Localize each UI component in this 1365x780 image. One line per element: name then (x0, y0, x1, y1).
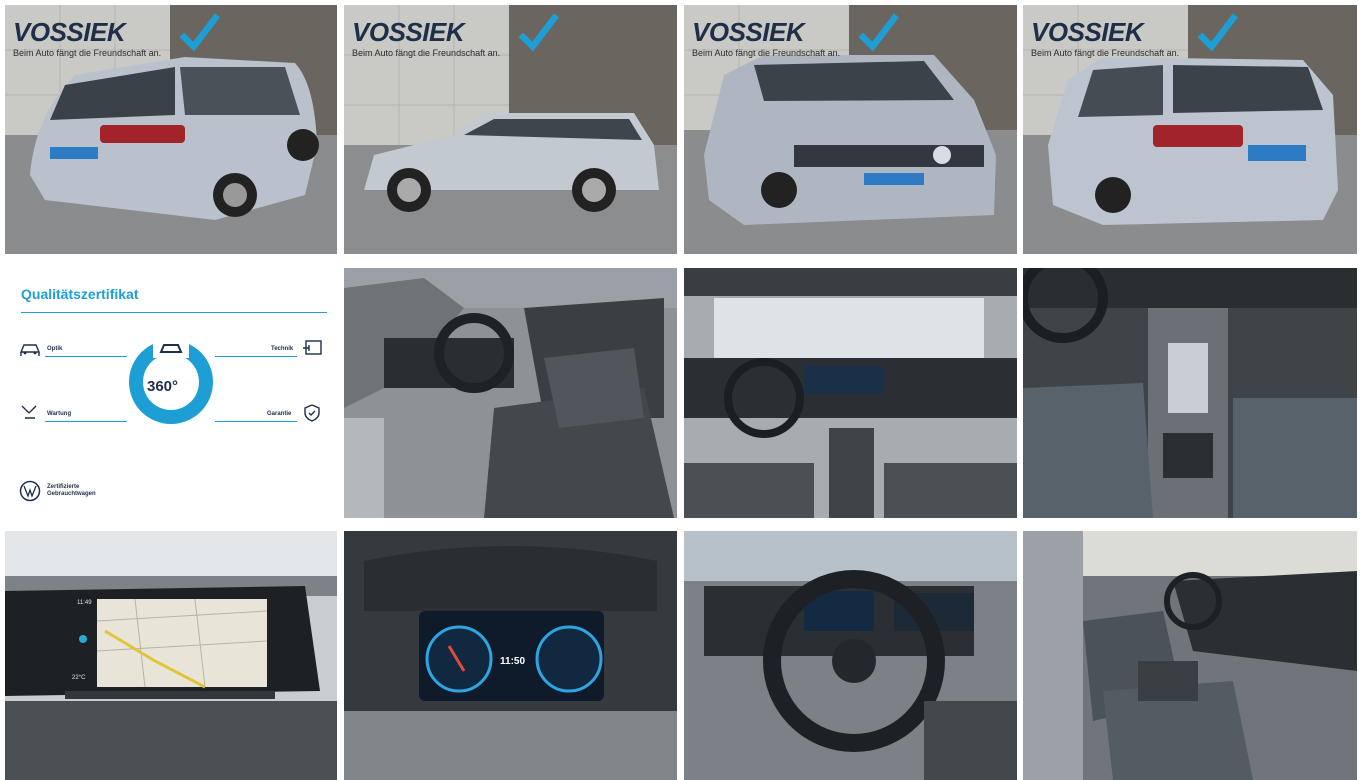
photo-center-console[interactable] (1023, 268, 1357, 518)
vw-logo-icon (19, 480, 41, 502)
section-rule (45, 356, 127, 357)
photo-infotainment-navigation[interactable]: 11:49 22°C (5, 531, 337, 780)
section-rule (215, 421, 297, 422)
car-optics-icon (19, 344, 41, 356)
certificate-footer: Zertifizierte Gebrauchtwagen (47, 484, 96, 498)
nav-temperature: 22°C (72, 675, 86, 681)
quality-certificate[interactable]: Qualitätszertifikat Optik Technik Wartun… (5, 268, 337, 518)
photo-passenger-side-interior[interactable] (1023, 531, 1357, 780)
check-icon (179, 13, 220, 52)
photo-driver-door-interior[interactable] (344, 268, 677, 518)
cockpit-clock: 11:50 (500, 656, 526, 667)
section-garantie: Garantie (267, 411, 292, 417)
diagnostics-icon (303, 340, 322, 355)
check-icon (1197, 13, 1238, 52)
photo-rear-three-quarter-left[interactable]: VOSSIEK Beim Auto fängt die Freundschaft… (5, 5, 337, 254)
section-wartung: Wartung (47, 411, 72, 417)
certificate-title: Qualitätszertifikat (21, 286, 139, 302)
section-rule (215, 356, 297, 357)
photo-side-profile[interactable]: VOSSIEK Beim Auto fängt die Freundschaft… (344, 5, 677, 254)
check-icon (518, 13, 559, 52)
photo-rear-three-quarter-right[interactable]: VOSSIEK Beim Auto fängt die Freundschaft… (1023, 5, 1357, 254)
photo-digital-cockpit[interactable]: 11:50 (344, 531, 677, 780)
photo-front-three-quarter[interactable]: VOSSIEK Beim Auto fängt die Freundschaft… (684, 5, 1017, 254)
nav-time: 11:49 (77, 600, 92, 606)
photo-steering-wheel[interactable] (684, 531, 1017, 780)
footer-line-2: Gebrauchtwagen (47, 491, 96, 497)
footer-line-1: Zertifizierte (47, 484, 80, 490)
section-optik: Optik (47, 346, 63, 352)
service-tools-icon (21, 405, 37, 419)
check-icon (858, 13, 899, 52)
shield-check-icon (304, 404, 320, 422)
section-technik: Technik (271, 346, 294, 352)
photo-dashboard-center[interactable] (684, 268, 1017, 518)
badge-360-label: 360° (147, 378, 179, 395)
certificate-divider (21, 312, 327, 313)
section-rule (45, 421, 127, 422)
